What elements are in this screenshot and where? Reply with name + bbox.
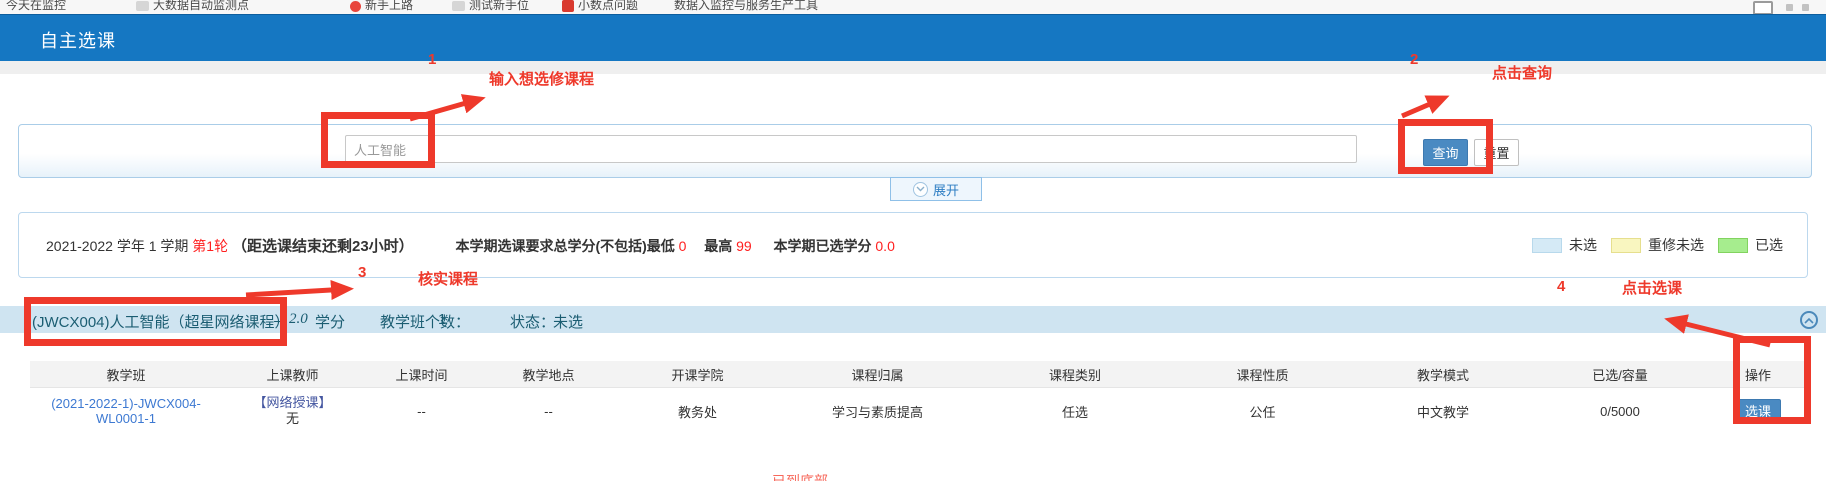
legend-item-unselected: 未选 <box>1532 235 1597 255</box>
select-course-button[interactable]: 选课 <box>1735 399 1781 423</box>
bookmark-label: 测试新手位 <box>469 0 529 13</box>
course-search-input[interactable] <box>345 135 1357 163</box>
annotation-step2-text: 点击查询 <box>1492 62 1552 83</box>
monitor-icon[interactable] <box>1753 1 1773 14</box>
chevron-down-icon <box>913 182 928 197</box>
annotation-step2-number: 2 <box>1410 51 1418 68</box>
col-teacher: 上课教师 <box>222 361 363 388</box>
legend-item-retake: 重修未选 <box>1611 235 1704 255</box>
credit-max-label: 最高 <box>704 238 732 254</box>
class-count-label: 教学班个数： <box>380 311 470 332</box>
course-selection-page: 今天在监控 大数据自动监测点 新手上路 测试新手位 小数点问题 数据入监控与服务… <box>0 0 1826 481</box>
round-label: 第1轮 <box>192 238 228 254</box>
retake-swatch <box>1611 238 1641 253</box>
bookmark-label: 新手上路 <box>365 0 413 13</box>
annotation-step3-number: 3 <box>358 264 366 281</box>
time-cell: -- <box>363 388 480 435</box>
bookmark-label: 今天在监控 <box>6 0 66 13</box>
folder-icon <box>452 1 465 11</box>
col-mode: 教学模式 <box>1352 361 1534 388</box>
status-legend: 未选 重修未选 已选 <box>1532 213 1783 277</box>
browser-toolbar-icon[interactable] <box>1786 4 1793 11</box>
bookmark-label: 数据入监控与服务生产工具 <box>674 0 818 13</box>
annotation-step1-text: 输入想选修课程 <box>489 68 594 89</box>
course-header-band: (JWCX004)人工智能（超星网络课程） － 2.0 学分 教学班个数： 1 … <box>0 306 1826 333</box>
nature-cell: 公任 <box>1173 388 1352 435</box>
browser-toolbar-icon[interactable] <box>1802 4 1809 11</box>
annotation-step3-text: 核实课程 <box>418 268 478 289</box>
course-credits: 2.0 <box>289 311 308 328</box>
countdown-label: （距选课结束还剩23小时） <box>232 238 414 255</box>
course-status-value: 未选 <box>553 311 583 332</box>
teacher-cell: 【网络授课】 无 <box>222 388 363 435</box>
credit-max-value: 99 <box>736 238 752 254</box>
arrow-step2 <box>1402 98 1444 116</box>
annotation-step4-text: 点击选课 <box>1622 277 1682 298</box>
course-status-label: 状态： <box>510 311 555 332</box>
page-header: 自主选课 <box>0 14 1826 61</box>
bookmark-item[interactable]: 大数据自动监测点 <box>136 0 249 14</box>
semester-label: 2021-2022 学年 1 学期 <box>46 238 188 254</box>
col-category: 课程类别 <box>977 361 1173 388</box>
col-belong: 课程归属 <box>778 361 977 388</box>
table-header-row: 教学班 上课教师 上课时间 教学地点 开课学院 课程归属 课程类别 课程性质 教… <box>30 361 1810 388</box>
bookmark-item[interactable]: 数据入监控与服务生产工具 <box>674 0 818 14</box>
mode-cell: 中文教学 <box>1352 388 1534 435</box>
header-divider <box>0 60 1826 74</box>
course-separator: － <box>272 311 287 332</box>
col-capacity: 已选/容量 <box>1534 361 1706 388</box>
col-place: 教学地点 <box>480 361 617 388</box>
col-action: 操作 <box>1706 361 1810 388</box>
table-row: (2021-2022-1)-JWCX004-WL0001-1 【网络授课】 无 … <box>30 388 1810 435</box>
unselected-swatch <box>1532 238 1562 253</box>
red-badge-icon <box>562 0 574 12</box>
selection-info-panel: 2021-2022 学年 1 学期 第1轮 （距选课结束还剩23小时） 本学期选… <box>18 212 1808 278</box>
place-cell: -- <box>480 388 617 435</box>
expand-label: 展开 <box>933 180 959 199</box>
red-dot-icon <box>350 1 361 12</box>
bookmark-item[interactable]: 小数点问题 <box>562 0 638 14</box>
semester-info: 2021-2022 学年 1 学期 第1轮 （距选课结束还剩23小时） 本学期选… <box>46 235 895 256</box>
class-name-link[interactable]: (2021-2022-1)-JWCX004-WL0001-1 <box>51 396 201 426</box>
bookmark-label: 小数点问题 <box>578 0 638 13</box>
legend-item-selected: 已选 <box>1718 235 1783 255</box>
annotation-step1-number: 1 <box>428 51 436 68</box>
selected-swatch <box>1718 238 1748 253</box>
expand-toggle[interactable]: 展开 <box>890 177 982 201</box>
bookmark-label: 大数据自动监测点 <box>153 0 249 13</box>
bookmark-item[interactable]: 今天在监控 <box>6 0 66 14</box>
col-time: 上课时间 <box>363 361 480 388</box>
class-table: 教学班 上课教师 上课时间 教学地点 开课学院 课程归属 课程类别 课程性质 教… <box>30 361 1810 434</box>
reset-button[interactable]: 重置 <box>1474 139 1519 166</box>
teacher-name: 无 <box>222 411 363 427</box>
online-course-tag: 【网络授课】 <box>222 395 363 411</box>
col-class: 教学班 <box>30 361 222 388</box>
college-cell: 教务处 <box>617 388 778 435</box>
browser-bookmarks-bar: 今天在监控 大数据自动监测点 新手上路 测试新手位 小数点问题 数据入监控与服务… <box>0 0 1826 14</box>
end-of-list-text: 已到底部 <box>772 471 828 481</box>
query-button[interactable]: 查询 <box>1423 139 1468 166</box>
arrow-step1 <box>410 99 480 119</box>
class-count-value: 1 <box>438 311 446 328</box>
capacity-cell: 0/5000 <box>1534 388 1706 435</box>
belong-cell: 学习与素质提高 <box>778 388 977 435</box>
course-credits-unit: 学分 <box>315 311 345 332</box>
credit-min-value: 0 <box>679 238 687 254</box>
selected-credits-label: 本学期已选学分 <box>774 238 872 254</box>
bookmark-item[interactable]: 新手上路 <box>350 0 413 14</box>
arrow-step3 <box>246 289 348 295</box>
col-college: 开课学院 <box>617 361 778 388</box>
credit-req-label: 本学期选课要求总学分(不包括)最低 <box>455 238 674 254</box>
bookmark-item[interactable]: 测试新手位 <box>452 0 529 14</box>
selected-credits-value: 0.0 <box>875 238 894 254</box>
collapse-course-button[interactable] <box>1800 311 1818 329</box>
page-title: 自主选课 <box>40 27 116 53</box>
folder-icon <box>136 1 149 11</box>
annotation-step4-number: 4 <box>1557 278 1565 295</box>
category-cell: 任选 <box>977 388 1173 435</box>
course-title: (JWCX004)人工智能（超星网络课程） <box>32 311 290 332</box>
col-nature: 课程性质 <box>1173 361 1352 388</box>
